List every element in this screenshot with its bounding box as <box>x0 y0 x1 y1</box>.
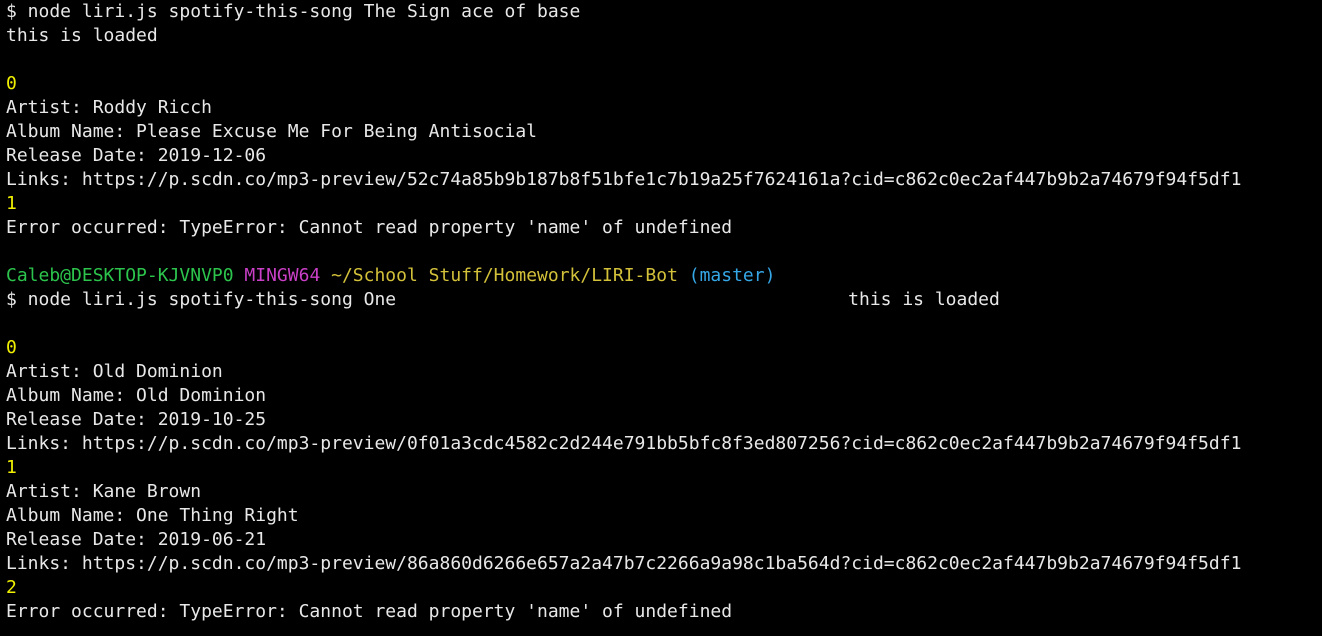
artist-line: Artist: Kane Brown <box>6 481 202 502</box>
result-index: 1 <box>6 193 17 214</box>
terminal-window[interactable]: $ node liri.js spotify-this-song The Sig… <box>0 0 1322 636</box>
preview-link-line: Links: https://p.scdn.co/mp3-preview/52c… <box>6 169 1242 190</box>
album-line: Album Name: Old Dominion <box>6 385 267 406</box>
artist-line: Artist: Old Dominion <box>6 361 223 382</box>
prompt-user-host: Caleb@DESKTOP-KJVNVP0 <box>6 265 234 286</box>
release-date-line: Release Date: 2019-06-21 <box>6 529 267 550</box>
result-index: 0 <box>6 337 17 358</box>
artist-line: Artist: Roddy Ricch <box>6 97 212 118</box>
prompt-shell: MINGW64 <box>244 265 321 286</box>
album-line: Album Name: One Thing Right <box>6 505 299 526</box>
command-line: $ node liri.js spotify-this-song The Sig… <box>6 1 581 22</box>
prompt-git-branch: (master) <box>688 265 776 286</box>
release-date-line: Release Date: 2019-12-06 <box>6 145 267 166</box>
command-line: $ node liri.js spotify-this-song One this… <box>6 288 1322 312</box>
release-date-line: Release Date: 2019-10-25 <box>6 409 267 430</box>
shell-prompt: Caleb@DESKTOP-KJVNVP0 MINGW64 ~/School S… <box>6 264 1322 288</box>
prompt-path: ~/School Stuff/Homework/LIRI-Bot <box>331 265 678 286</box>
error-line: Error occurred: TypeError: Cannot read p… <box>6 217 733 238</box>
result-index: 2 <box>6 577 17 598</box>
result-index: 0 <box>6 73 17 94</box>
preview-link-line: Links: https://p.scdn.co/mp3-preview/86a… <box>6 553 1242 574</box>
preview-link-line: Links: https://p.scdn.co/mp3-preview/0f0… <box>6 433 1242 454</box>
album-line: Album Name: Please Excuse Me For Being A… <box>6 121 538 142</box>
result-index: 1 <box>6 457 17 478</box>
command-text: $ node liri.js spotify-this-song One <box>6 289 397 310</box>
output-loaded: this is loaded <box>848 289 1000 310</box>
error-line: Error occurred: TypeError: Cannot read p… <box>6 601 733 622</box>
output-loaded: this is loaded <box>6 25 158 46</box>
